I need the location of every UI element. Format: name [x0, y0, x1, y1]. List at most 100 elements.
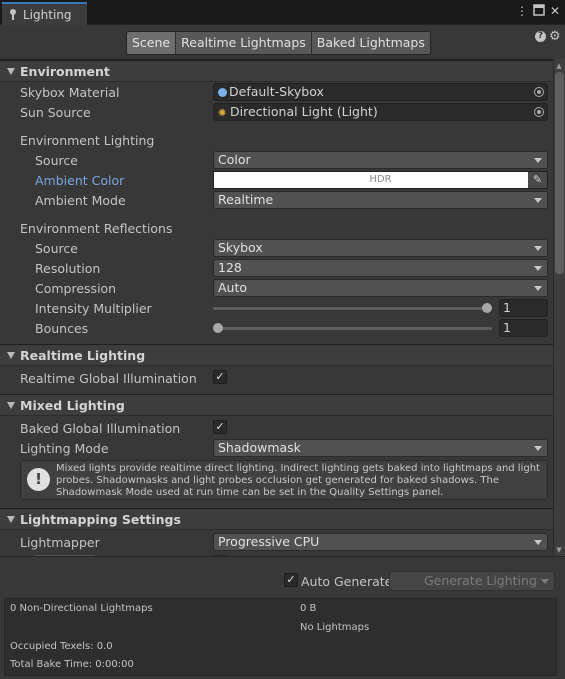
source-label: Source: [35, 153, 78, 168]
foldout-arrow-icon: [7, 516, 15, 523]
lightmapper-dropdown[interactable]: Progressive CPU: [213, 533, 548, 551]
resolution-value: 128: [218, 260, 242, 275]
sun-source-value: Directional Light (Light): [230, 104, 378, 119]
eyedropper-icon[interactable]: ✎: [528, 172, 547, 188]
chevron-down-icon: [534, 540, 542, 545]
env-reflections-header: Environment Reflections: [20, 221, 173, 236]
section-mixed-lighting[interactable]: Mixed Lighting: [0, 394, 553, 416]
maximize-icon[interactable]: [532, 4, 546, 18]
occupied-texels: Occupied Texels: 0.0: [10, 641, 113, 652]
foldout-arrow-icon: [7, 68, 15, 75]
section-environment[interactable]: Environment: [0, 60, 553, 82]
mixed-lighting-helpbox: ! Mixed lights provide realtime direct l…: [20, 460, 548, 500]
section-title: Environment: [20, 64, 110, 79]
total-bake-time: Total Bake Time: 0:00:00: [10, 659, 134, 670]
gear-icon[interactable]: ⚙: [549, 29, 561, 44]
material-icon: [218, 88, 227, 97]
section-lightmapping-settings[interactable]: Lightmapping Settings: [0, 508, 553, 530]
lightmaps-size: 0 B: [300, 603, 317, 614]
helpbox-text: Mixed lights provide realtime direct lig…: [56, 463, 544, 499]
generate-lighting-label: Generate Lighting: [424, 573, 537, 588]
refl-source-label: Source: [35, 241, 78, 256]
bounces-slider[interactable]: [213, 327, 492, 330]
bounces-slider-handle[interactable]: [213, 323, 223, 333]
chevron-down-icon: [534, 446, 542, 451]
ambient-color-field[interactable]: HDR ✎: [213, 171, 548, 189]
scrollbar-thumb[interactable]: [555, 72, 564, 274]
section-title: Lightmapping Settings: [20, 512, 181, 527]
object-picker-icon[interactable]: [534, 87, 544, 97]
lighting-mode-label: Lighting Mode: [20, 441, 109, 456]
lightmapper-label: Lightmapper: [20, 535, 100, 550]
chevron-down-icon: [534, 198, 542, 203]
help-line: Mixed lights provide realtime direct lig…: [56, 463, 540, 474]
lighting-tab-icon: [9, 9, 17, 20]
lightmapper-value: Progressive CPU: [218, 534, 320, 549]
intensity-label: Intensity Multiplier: [35, 301, 152, 316]
scroll-down-icon[interactable]: ▼: [555, 546, 563, 554]
section-title: Realtime Lighting: [20, 348, 146, 363]
chevron-down-icon: [541, 579, 549, 584]
resolution-dropdown[interactable]: 128: [213, 259, 548, 277]
bounces-input[interactable]: 1: [499, 319, 548, 337]
sun-source-label: Sun Source: [20, 105, 91, 120]
tab-title: Lighting: [23, 7, 72, 22]
lighting-mode-value: Shadowmask: [218, 440, 301, 455]
lighting-mode-dropdown[interactable]: Shadowmask: [213, 439, 548, 457]
ambient-mode-value: Realtime: [218, 192, 274, 207]
refl-source-dropdown[interactable]: Skybox: [213, 239, 548, 257]
lightmaps-count: 0 Non-Directional Lightmaps: [10, 603, 153, 614]
auto-generate-label: Auto Generate: [301, 574, 393, 589]
help-icon[interactable]: ?: [535, 31, 546, 42]
tab-baked-lightmaps[interactable]: Baked Lightmaps: [311, 32, 430, 54]
intensity-slider-handle[interactable]: [482, 303, 492, 313]
scroll-up-icon[interactable]: ▲: [555, 62, 563, 70]
help-line: probes. Shadowmasks and light probes occ…: [56, 475, 500, 486]
baked-gi-checkbox[interactable]: ✓: [213, 420, 227, 434]
lighting-inspector[interactable]: Environment Skybox Material Default-Skyb…: [0, 59, 553, 556]
sun-source-field[interactable]: ✺ Directional Light (Light): [213, 103, 548, 121]
kebab-menu-icon[interactable]: ⋮: [515, 4, 529, 18]
skybox-material-field[interactable]: Default-Skybox: [213, 83, 548, 101]
tab-realtime-lightmaps[interactable]: Realtime Lightmaps: [176, 32, 312, 54]
skybox-material-value: Default-Skybox: [229, 84, 324, 99]
intensity-slider[interactable]: [213, 307, 492, 310]
foldout-arrow-icon: [7, 402, 15, 409]
ambient-mode-dropdown[interactable]: Realtime: [213, 191, 548, 209]
compression-dropdown[interactable]: Auto: [213, 279, 548, 297]
realtime-gi-label: Realtime Global Illumination (Depre: [20, 371, 200, 386]
refl-source-value: Skybox: [218, 240, 263, 255]
foldout-arrow-icon: [7, 352, 15, 359]
resolution-label: Resolution: [35, 261, 101, 276]
hdr-label: HDR: [369, 174, 392, 185]
chevron-down-icon: [534, 246, 542, 251]
chevron-down-icon: [534, 286, 542, 291]
warning-icon: !: [27, 468, 50, 491]
no-lightmaps-text: No Lightmaps: [300, 622, 370, 633]
mode-tabs: Scene Realtime Lightmaps Baked Lightmaps: [126, 31, 431, 55]
auto-generate-checkbox[interactable]: ✓: [284, 573, 298, 587]
help-line: Shadowmask Mode used at run time can be …: [56, 487, 444, 498]
generate-lighting-button[interactable]: Generate Lighting: [389, 571, 555, 591]
tab-lighting[interactable]: Lighting: [2, 2, 87, 25]
intensity-input[interactable]: 1: [499, 299, 548, 317]
env-lighting-header: Environment Lighting: [20, 133, 155, 148]
baked-gi-label: Baked Global Illumination: [20, 421, 181, 436]
ambient-mode-label: Ambient Mode: [35, 193, 126, 208]
section-realtime-lighting[interactable]: Realtime Lighting: [0, 344, 553, 366]
bounces-label: Bounces: [35, 321, 89, 336]
source-value: Color: [218, 152, 251, 167]
skybox-material-label: Skybox Material: [20, 85, 120, 100]
chevron-down-icon: [534, 266, 542, 271]
compression-value: Auto: [218, 280, 248, 295]
chevron-down-icon: [534, 158, 542, 163]
compression-label: Compression: [35, 281, 117, 296]
close-icon[interactable]: ✕: [548, 4, 562, 18]
object-picker-icon[interactable]: [534, 107, 544, 117]
light-icon: ✺: [218, 108, 227, 119]
ambient-color-label: Ambient Color: [35, 173, 125, 188]
section-title: Mixed Lighting: [20, 398, 125, 413]
tab-scene[interactable]: Scene: [127, 32, 177, 54]
source-dropdown[interactable]: Color: [213, 151, 548, 169]
realtime-gi-checkbox[interactable]: ✓: [213, 370, 227, 384]
